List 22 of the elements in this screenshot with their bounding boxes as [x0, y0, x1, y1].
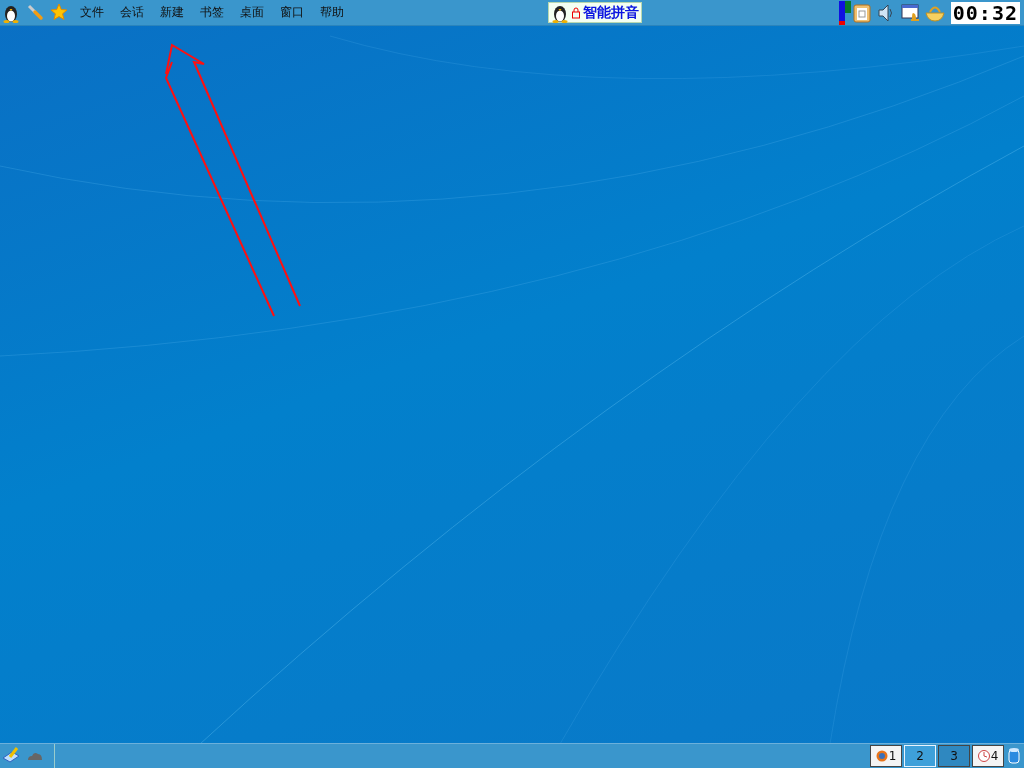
input-method-indicator[interactable]: 智能拼音: [548, 2, 643, 23]
clock: 00:32: [950, 1, 1020, 24]
menu-item[interactable]: 文件: [72, 4, 112, 21]
desktop-pager-item[interactable]: 4: [972, 745, 1004, 767]
lock-icon: [571, 5, 582, 20]
desktop-pager-item[interactable]: 1: [870, 745, 902, 767]
desktop-pager-item[interactable]: 2: [904, 745, 936, 767]
menu-item[interactable]: 帮助: [312, 4, 352, 21]
clock-icon: [977, 750, 990, 762]
pencil-paper-icon[interactable]: [2, 746, 20, 764]
menu-item[interactable]: 会话: [112, 4, 152, 21]
menu-item[interactable]: 桌面: [232, 4, 272, 21]
memory-meter-icon[interactable]: [838, 0, 851, 25]
globe-icon: [875, 750, 888, 762]
menu-item[interactable]: 新建: [152, 4, 192, 21]
star-icon[interactable]: [50, 2, 68, 21]
speaker-icon[interactable]: [876, 2, 895, 23]
cylinder-icon[interactable]: [1008, 747, 1020, 765]
menu-item[interactable]: 书签: [192, 4, 232, 21]
input-method-label: 智能拼音: [583, 3, 640, 22]
desktop-pager-item[interactable]: 3: [938, 745, 970, 767]
menu-item[interactable]: 窗口: [272, 4, 312, 21]
